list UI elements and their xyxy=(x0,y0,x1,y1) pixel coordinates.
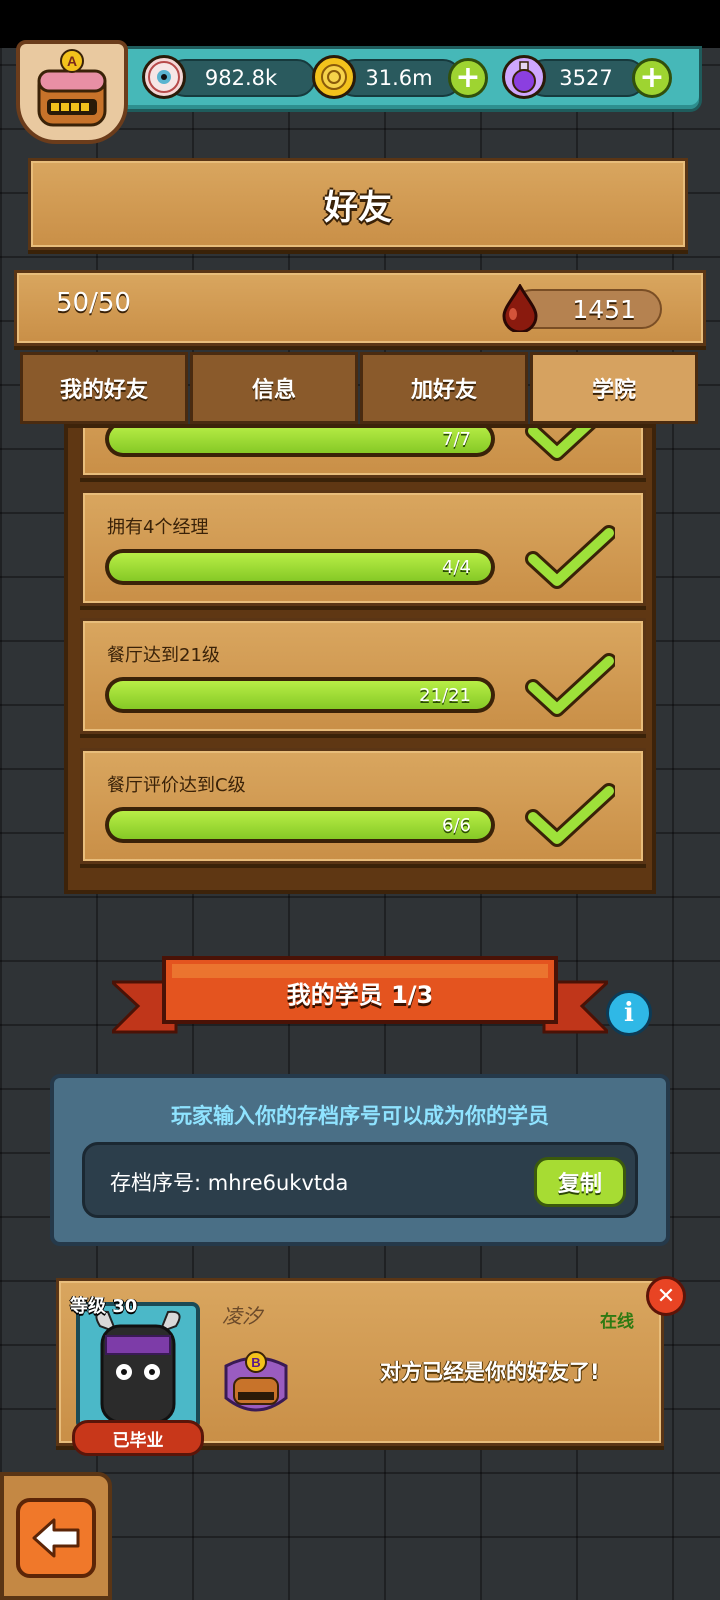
task-progress-fill: 7/7 xyxy=(109,428,491,453)
task-progress-text: 6/6 xyxy=(442,815,471,836)
check-icon xyxy=(525,783,615,847)
check-icon xyxy=(525,525,615,589)
task-progress-fill: 4/4 xyxy=(109,553,491,581)
task-card: 餐厅评价达到C级 6/6 xyxy=(80,748,646,864)
svg-text:B: B xyxy=(251,1355,260,1370)
player-monster-icon: A xyxy=(37,49,107,127)
graduated-badge: 已毕业 xyxy=(72,1420,204,1456)
remove-student-button[interactable]: ✕ xyxy=(646,1276,686,1316)
task-label: 拥有4个经理 xyxy=(107,517,209,538)
eyeball-icon xyxy=(142,55,186,99)
task-card: 餐厅达到21级 21/21 xyxy=(80,618,646,734)
add-potions-button[interactable]: + xyxy=(632,58,672,98)
student-level: 等级 30 xyxy=(70,1296,138,1317)
students-count: 1/3 xyxy=(391,981,434,1009)
tab-add-friend[interactable]: 加好友 xyxy=(360,352,528,424)
save-code-text: 存档序号: mhre6ukvtda xyxy=(110,1167,348,1197)
task-progress-bar: 7/7 xyxy=(105,428,495,457)
info-button[interactable]: i xyxy=(606,990,652,1036)
tab-bar: 我的好友 信息 加好友 学院 xyxy=(20,352,700,424)
student-name: 凌汐 xyxy=(222,1304,262,1328)
eyeball-resource: 982.8k xyxy=(142,55,316,99)
player-avatar[interactable]: A xyxy=(16,40,128,144)
task-label: 餐厅评价达到C级 xyxy=(107,775,246,796)
task-card: 7/7 xyxy=(80,428,646,478)
potion-resource: 3527 xyxy=(502,55,646,99)
tab-my-friends[interactable]: 我的好友 xyxy=(20,352,188,424)
save-code-value: mhre6ukvtda xyxy=(207,1171,349,1195)
student-monster-icon xyxy=(95,1310,181,1424)
friend-count: 50/50 xyxy=(56,288,131,318)
add-coins-button[interactable]: + xyxy=(448,58,488,98)
task-progress-text: 21/21 xyxy=(419,685,471,706)
students-section-title: 我的学员 1/3 xyxy=(286,981,434,1009)
potion-icon xyxy=(502,55,546,99)
friend-status-note: 对方已经是你的好友了! xyxy=(380,1360,600,1384)
student-portrait[interactable] xyxy=(76,1302,200,1430)
tab-messages[interactable]: 信息 xyxy=(190,352,358,424)
save-code-caption: 玩家输入你的存档序号可以成为你的学员 xyxy=(171,1104,549,1128)
check-icon xyxy=(525,653,615,717)
coin-resource: 31.6m xyxy=(312,55,462,99)
svg-text:A: A xyxy=(67,53,77,69)
tab-academy[interactable]: 学院 xyxy=(530,352,698,424)
task-progress-fill: 21/21 xyxy=(109,681,491,709)
copy-button[interactable]: 复制 xyxy=(534,1157,626,1207)
back-button[interactable] xyxy=(16,1498,96,1578)
task-progress-text: 4/4 xyxy=(442,557,471,578)
task-label: 餐厅达到21级 xyxy=(107,645,220,666)
task-list[interactable]: 7/7 拥有4个经理 4/4 餐厅达到21级 21/21 餐厅评价达到C级 6/… xyxy=(64,424,656,894)
blood-drop-icon xyxy=(502,284,538,332)
task-progress-bar: 6/6 xyxy=(105,807,495,843)
save-code-label: 存档序号: xyxy=(110,1171,202,1195)
coin-icon xyxy=(312,55,356,99)
task-progress-bar: 21/21 xyxy=(105,677,495,713)
page-title: 好友 xyxy=(28,158,688,250)
task-card: 拥有4个经理 4/4 xyxy=(80,490,646,606)
student-rank-icon: B xyxy=(224,1351,288,1412)
task-progress-bar: 4/4 xyxy=(105,549,495,585)
task-progress-fill: 6/6 xyxy=(109,811,491,839)
check-icon xyxy=(525,428,596,461)
online-status: 在线 xyxy=(600,1312,634,1332)
eyeball-count: 982.8k xyxy=(166,59,316,97)
back-arrow-icon xyxy=(32,1518,80,1558)
task-progress-text: 7/7 xyxy=(442,429,471,450)
